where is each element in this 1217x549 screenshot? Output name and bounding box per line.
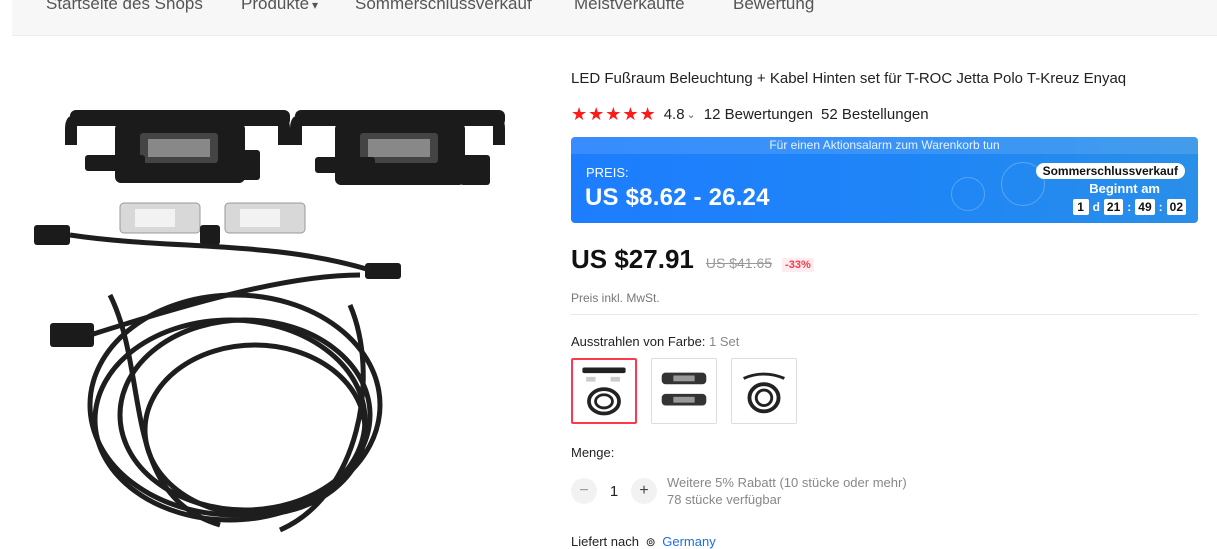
variant-label: Ausstrahlen von Farbe: 1 Set: [571, 334, 739, 349]
promo-banner[interactable]: Für einen Aktionsalarm zum Warenkorb tun…: [571, 137, 1198, 223]
nav-item-shop-home[interactable]: Startseite des Shops: [46, 0, 203, 14]
location-pin-icon: ⊚: [645, 535, 656, 549]
cable-thumbnail-icon: [743, 372, 785, 414]
nav-item-summer-sale[interactable]: Sommerschlussverkauf: [355, 0, 532, 14]
promo-alert-text[interactable]: Für einen Aktionsalarm zum Warenkorb tun: [571, 137, 1198, 154]
quantity-decrease-button[interactable]: −: [571, 478, 597, 504]
variant-label-text: Ausstrahlen von Farbe:: [571, 334, 706, 349]
reviews-count[interactable]: 12 Bewertungen: [704, 106, 813, 123]
orders-count: 52 Bestellungen: [821, 106, 929, 123]
shipping-row: Liefert nach ⊚ Germany: [571, 534, 716, 549]
quantity-label: Menge:: [571, 445, 615, 460]
product-photo-drawing: [34, 110, 505, 533]
rating-stars-icon: ★★★★★: [571, 104, 657, 124]
connectors: [34, 225, 401, 347]
bracket-left: [65, 110, 290, 183]
countdown-separator: :: [1127, 200, 1132, 214]
tax-note: Preis inkl. MwSt.: [571, 291, 660, 305]
variant-option-cable[interactable]: [731, 358, 797, 424]
divider: [571, 314, 1198, 315]
product-title: LED Fußraum Beleuchtung + Kabel Hinten s…: [571, 70, 1127, 87]
product-photo[interactable]: [20, 75, 540, 545]
variant-option-brackets[interactable]: [651, 358, 717, 424]
promo-price-range: US $8.62 - 26.24: [585, 184, 770, 211]
nav-item-products[interactable]: Produkte ▾: [241, 0, 318, 14]
chevron-down-icon: ▾: [312, 0, 319, 12]
quantity-increase-button[interactable]: +: [631, 478, 657, 504]
variant-swatches: [571, 358, 797, 424]
countdown-day-unit: d: [1092, 200, 1100, 214]
quantity-value[interactable]: 1: [597, 483, 631, 500]
shipping-label: Liefert nach: [571, 534, 639, 549]
bracket-right: [290, 110, 505, 185]
promo-price-label: PREIS:: [586, 165, 629, 180]
set-full-thumbnail-icon: [582, 367, 626, 416]
countdown-hours: 21: [1103, 199, 1124, 215]
price-row: US $27.91 US $41.65 -33%: [571, 244, 814, 275]
countdown-timer: 1 d 21 : 49 : 02: [1072, 199, 1186, 215]
discount-badge: -33%: [782, 258, 814, 272]
decor-bubble: [951, 177, 985, 211]
top-navigation: Startseite des Shops Produkte ▾ Sommersch…: [12, 0, 1217, 36]
rating-value[interactable]: 4.8: [664, 106, 685, 123]
begins-label: Beginnt am: [1089, 181, 1160, 196]
bulk-discount-note: Weitere 5% Rabatt (10 stücke oder mehr): [667, 475, 907, 490]
nav-item-bestsellers[interactable]: Meistverkaufte: [574, 0, 685, 14]
chevron-down-icon[interactable]: ⌄: [687, 108, 696, 121]
countdown-seconds: 02: [1166, 199, 1186, 215]
nav-item-reviews[interactable]: Bewertung: [733, 0, 814, 14]
stock-note: 78 stücke verfügbar: [667, 492, 782, 507]
rating-row: ★★★★★ 4.8 ⌄ 12 Bewertungen 52 Bestellung…: [571, 104, 929, 125]
quantity-notes: Weitere 5% Rabatt (10 stücke oder mehr) …: [667, 474, 907, 508]
quantity-stepper: − 1 + Weitere 5% Rabatt (10 stücke oder …: [571, 474, 907, 508]
countdown-days: 1: [1072, 199, 1089, 215]
countdown-separator: :: [1158, 200, 1163, 214]
original-price: US $41.65: [705, 255, 773, 271]
sale-event-badge: Sommerschlussverkauf: [1035, 163, 1185, 179]
variant-selected-value: 1 Set: [709, 334, 740, 349]
nav-item-products-label: Produkte: [241, 0, 310, 13]
brackets-thumbnail-icon: [661, 372, 707, 406]
shipping-country-link[interactable]: Germany: [662, 534, 715, 549]
current-price: US $27.91: [571, 244, 694, 274]
variant-option-full-set[interactable]: [571, 358, 637, 424]
countdown-minutes: 49: [1135, 199, 1155, 215]
cable-coils: [69, 232, 383, 533]
